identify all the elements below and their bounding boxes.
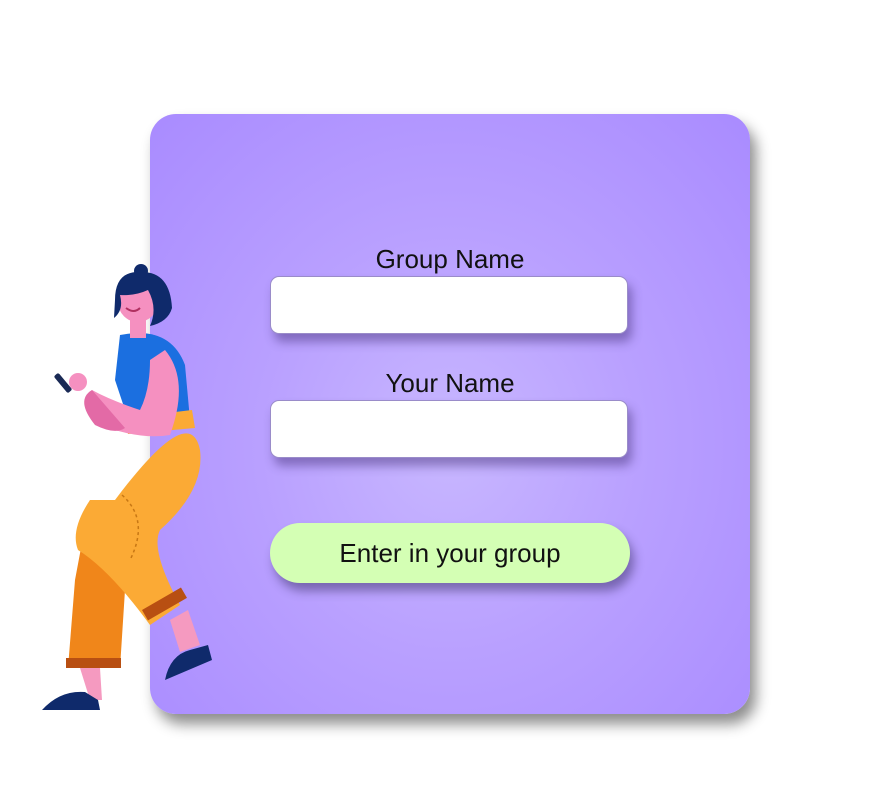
page: Group Name Your Name Enter in your group	[0, 0, 875, 812]
your-name-label: Your Name	[385, 368, 515, 398]
woman-with-phone-illustration	[42, 264, 212, 710]
group-name-label: Group Name	[375, 244, 525, 274]
enter-group-button[interactable]: Enter in your group	[270, 523, 630, 583]
group-name-input[interactable]	[270, 276, 628, 334]
your-name-input[interactable]	[270, 400, 628, 458]
join-group-card: Group Name Your Name Enter in your group	[150, 114, 750, 714]
